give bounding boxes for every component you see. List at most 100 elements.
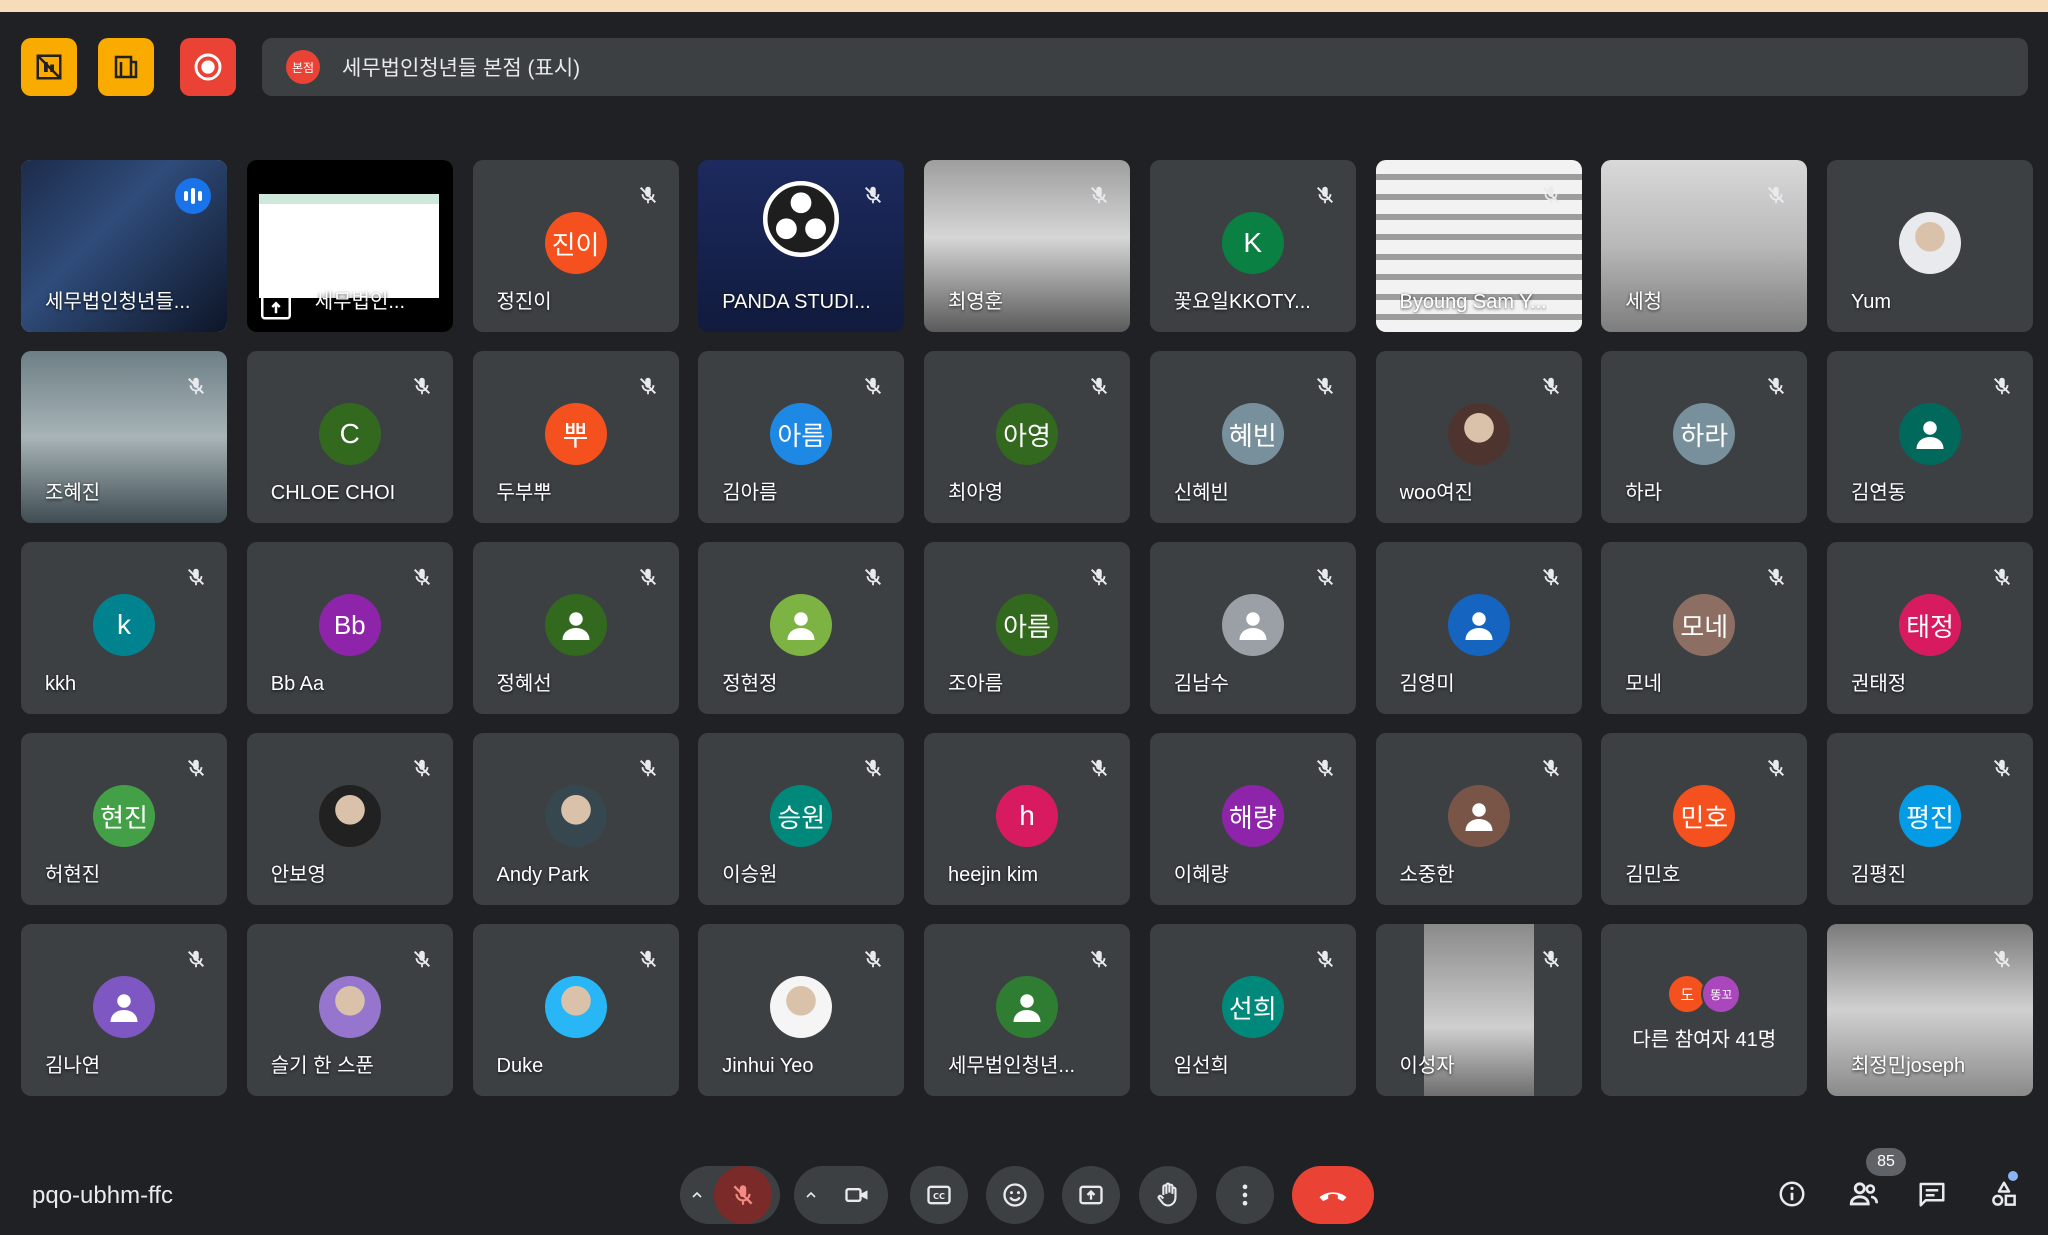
camera-button[interactable]: [828, 1166, 886, 1224]
participant-name: 김나연: [45, 1055, 101, 1077]
mic-off-icon: [1312, 182, 1338, 208]
participant-avatar: [996, 976, 1058, 1038]
participant-tile[interactable]: k kkh: [21, 542, 227, 714]
participant-tile[interactable]: 조혜진: [21, 351, 227, 523]
meeting-details-button[interactable]: [1768, 1170, 1816, 1218]
presentation-banner[interactable]: 본점 세무법인청년들 본점 (표시): [262, 38, 2028, 96]
participant-tile[interactable]: Bb Bb Aa: [246, 542, 453, 714]
no-layout-icon: [36, 54, 62, 80]
participant-tile[interactable]: 최정민joseph: [1827, 924, 2033, 1096]
participant-tile[interactable]: 아영 최아영: [924, 351, 1130, 523]
mic-off-icon: [1086, 564, 1112, 590]
participant-tile[interactable]: Byoung Sam Y...: [1375, 160, 1582, 332]
participants-count-badge: 85: [1866, 1148, 1906, 1176]
mic-off-icon: [860, 373, 886, 399]
participant-tile[interactable]: PANDA STUDI...: [698, 160, 905, 332]
participant-tile[interactable]: 이성자: [1375, 924, 1582, 1096]
people-button[interactable]: [1840, 1170, 1888, 1218]
participant-tile[interactable]: 혜빈 신혜빈: [1149, 351, 1356, 523]
participant-avatar: K: [1221, 212, 1284, 274]
participant-avatar: [1447, 785, 1510, 847]
participant-name: Andy Park: [496, 864, 589, 886]
participant-tile[interactable]: 세청: [1601, 160, 1808, 332]
participant-tile[interactable]: 아름 김아름: [698, 351, 905, 523]
participant-name: Bb Aa: [270, 673, 325, 695]
host-controls-button[interactable]: [21, 38, 77, 96]
mic-off-icon: [1312, 755, 1338, 781]
participant-name: CHLOE CHOI: [270, 482, 396, 504]
participant-avatar: C: [318, 403, 381, 465]
mic-off-icon: [409, 755, 435, 781]
microphone-button[interactable]: [714, 1166, 772, 1224]
camera-options-button[interactable]: [794, 1187, 828, 1203]
top-notification-strip: [0, 0, 2048, 12]
participant-tile[interactable]: 소중한: [1375, 733, 1582, 905]
more-options-button[interactable]: [1216, 1166, 1274, 1224]
leave-call-button[interactable]: [1292, 1166, 1374, 1224]
participant-avatar: Bb: [318, 594, 381, 656]
participant-tile[interactable]: 하라 하라: [1601, 351, 1808, 523]
mic-off-icon: [860, 755, 886, 781]
participant-tile[interactable]: 선희 임선희: [1149, 924, 1356, 1096]
participant-name: Yum: [1851, 291, 1892, 313]
participant-name: 김평진: [1851, 864, 1907, 886]
present-screen-button[interactable]: [1062, 1166, 1120, 1224]
participant-tile[interactable]: Duke: [472, 924, 679, 1096]
participant-tile[interactable]: 김나연: [21, 924, 227, 1096]
participant-tile[interactable]: 아름 조아름: [924, 542, 1130, 714]
participant-tile[interactable]: Jinhui Yeo: [698, 924, 905, 1096]
banner-title: 세무법인청년들 본점 (표시): [342, 57, 581, 80]
reactions-button[interactable]: [986, 1166, 1044, 1224]
mic-off-icon: [1989, 373, 2015, 399]
participant-tile[interactable]: 진이 정진이: [472, 160, 679, 332]
participant-tile[interactable]: C CHLOE CHOI: [246, 351, 453, 523]
closed-caption-icon: CC: [927, 1185, 951, 1205]
recording-indicator-button[interactable]: [180, 38, 236, 96]
participant-name: heejin kim: [948, 864, 1039, 886]
mini-avatar: 똥꼬: [1701, 974, 1742, 1014]
participant-tile[interactable]: 해량 이혜량: [1149, 733, 1356, 905]
participant-tile[interactable]: 김영미: [1375, 542, 1582, 714]
participant-avatar: 승원: [770, 785, 833, 847]
participant-name: kkh: [45, 673, 77, 695]
participant-name: 조아름: [948, 673, 1004, 695]
activities-button[interactable]: [1980, 1170, 2028, 1218]
captions-button[interactable]: CC: [910, 1166, 968, 1224]
raise-hand-button[interactable]: [1139, 1166, 1197, 1224]
participant-tile[interactable]: 세무법인청년들...: [21, 160, 227, 332]
participant-tile[interactable]: 민호 김민호: [1601, 733, 1808, 905]
participant-tile[interactable]: h heejin kim: [924, 733, 1130, 905]
participant-tile[interactable]: 뿌 두부뿌: [472, 351, 679, 523]
participant-tile[interactable]: Andy Park: [472, 733, 679, 905]
record-icon: [194, 53, 222, 81]
participant-tile[interactable]: Yum: [1827, 160, 2033, 332]
participant-name: 두부뿌: [496, 482, 552, 504]
participant-tile[interactable]: 평진 김평진: [1827, 733, 2033, 905]
mic-off-icon: [1538, 373, 1564, 399]
recording-layout-button[interactable]: [98, 38, 154, 96]
participant-tile[interactable]: 모네 모네: [1601, 542, 1808, 714]
participant-tile[interactable]: 최영훈: [924, 160, 1130, 332]
mic-options-button[interactable]: [680, 1187, 714, 1203]
participant-tile[interactable]: 세무법인...: [246, 160, 453, 332]
participant-tile[interactable]: K 꽃요일KKOTY...: [1149, 160, 1356, 332]
participant-name: 최아영: [948, 482, 1004, 504]
participant-tile[interactable]: 현진 허현진: [21, 733, 227, 905]
participant-tile[interactable]: 태정 권태정: [1827, 542, 2033, 714]
participant-avatar: 해량: [1221, 785, 1284, 847]
chat-button[interactable]: [1908, 1170, 1956, 1218]
participant-tile[interactable]: 안보영: [246, 733, 453, 905]
participant-tile[interactable]: 승원 이승원: [698, 733, 905, 905]
participant-tile[interactable]: 김연동: [1827, 351, 2033, 523]
participant-tile[interactable]: 도 똥꼬 다른 참여자 41명: [1601, 924, 1808, 1096]
participant-tile[interactable]: woo여진: [1375, 351, 1582, 523]
present-to-all-icon: [260, 294, 291, 320]
mic-off-icon: [733, 1185, 753, 1205]
participant-name: PANDA STUDI...: [722, 291, 871, 313]
participant-tile[interactable]: 김남수: [1149, 542, 1356, 714]
participant-tile[interactable]: 슬기 한 스푼: [246, 924, 453, 1096]
participant-tile[interactable]: 세무법인청년...: [924, 924, 1130, 1096]
mic-off-icon: [635, 755, 661, 781]
participant-tile[interactable]: 정혜선: [472, 542, 679, 714]
participant-tile[interactable]: 정현정: [698, 542, 905, 714]
